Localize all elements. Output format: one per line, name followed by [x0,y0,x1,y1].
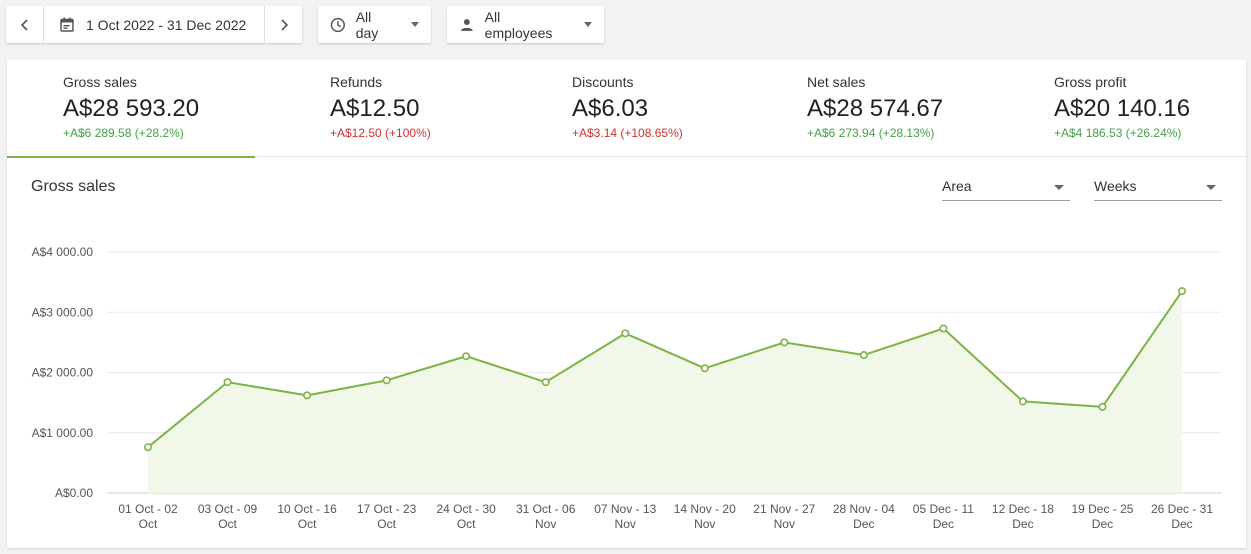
x-tick-label: Dec [1092,517,1113,531]
chevron-right-icon [280,18,288,31]
dropdown-caret-icon [1054,185,1064,190]
x-tick-label: 07 Nov - 13 [594,502,656,516]
data-point [780,338,789,347]
x-tick-label: 12 Dec - 18 [992,502,1054,516]
x-tick-label: 03 Oct - 09 [198,502,258,516]
metric-change: +A$6 273.94 (+28.13%) [807,126,935,140]
chevron-left-icon [20,18,28,31]
y-tick-label: A$3 000.00 [32,305,94,319]
x-tick-label: 31 Oct - 06 [516,502,576,516]
data-point [303,391,312,400]
data-point [700,364,709,373]
x-tick-label: 21 Nov - 27 [753,502,815,516]
metric-label: Gross sales [63,74,137,90]
dropdown-caret-icon [584,22,592,27]
x-tick-label: 01 Oct - 02 [118,502,178,516]
metric-change: +A$3.14 (+108.65%) [572,126,683,140]
x-tick-label: Oct [457,517,476,531]
data-point [859,351,868,360]
x-tick-label: Nov [535,517,556,531]
x-tick-label: Dec [1012,517,1033,531]
x-tick-label: 10 Oct - 16 [277,502,337,516]
x-tick-label: Nov [774,517,795,531]
employee-filter-dropdown[interactable]: All employees [447,6,604,43]
metric-change: +A$4 186.53 (+26.24%) [1054,126,1182,140]
date-range-label: 1 Oct 2022 - 31 Dec 2022 [86,16,247,33]
x-tick-label: Dec [1171,517,1192,531]
y-tick-label: A$4 000.00 [32,245,94,259]
metric-refunds[interactable]: Refunds A$12.50 +A$12.50 (+100%) [255,60,503,157]
metric-value: A$20 140.16 [1054,95,1191,122]
data-point [1018,397,1027,406]
x-tick-label: Oct [139,517,158,531]
y-tick-label: A$1 000.00 [32,426,94,440]
chart-type-value: Area [942,178,972,194]
x-tick-label: 14 Nov - 20 [674,502,736,516]
x-tick-label: Nov [615,517,636,531]
metric-value: A$28 574.67 [807,95,944,122]
metric-net-sales[interactable]: Net sales A$28 574.67 +A$6 273.94 (+28.1… [751,60,999,157]
sales-summary-card: A$0.00 A$1 000.00 A$2 000.00 A$3 000.00 A$4 … [7,60,1246,548]
data-point [144,443,153,452]
period-value: Weeks [1094,178,1137,194]
date-range-button[interactable]: 1 Oct 2022 - 31 Dec 2022 [43,6,265,43]
x-tick-label: Oct [298,517,317,531]
period-select[interactable]: Weeks [1094,172,1222,201]
x-tick-label: 28 Nov - 04 [833,502,895,516]
x-tick-label: Oct [377,517,396,531]
chart-type-select[interactable]: Area [942,172,1070,201]
metric-value: A$28 593.20 [63,95,200,122]
data-point [939,324,948,333]
metric-label: Gross profit [1054,74,1127,90]
x-tick-label: Dec [853,517,874,531]
next-period-button[interactable] [265,6,302,43]
metric-change: +A$12.50 (+100%) [330,126,431,140]
dropdown-caret-icon [411,22,419,27]
metric-label: Discounts [572,74,634,90]
x-tick-label: Nov [694,517,715,531]
x-tick-label: 17 Oct - 23 [357,502,417,516]
metric-value: A$12.50 [330,95,420,122]
person-icon [460,18,473,31]
metric-label: Refunds [330,74,383,90]
metric-gross-profit[interactable]: Gross profit A$20 140.16 +A$4 186.53 (+2… [999,60,1246,157]
metrics-row: Gross sales A$28 593.20 +A$6 289.58 (+28… [7,60,1246,158]
data-point [541,378,550,387]
metric-change: +A$6 289.58 (+28.2%) [63,126,184,140]
y-tick-label: A$0.00 [55,486,93,500]
clock-icon [330,17,345,32]
time-filter-label: All day [355,8,379,41]
x-tick-label: Oct [218,517,237,531]
data-point [1098,402,1107,411]
metric-discounts[interactable]: Discounts A$6.03 +A$3.14 (+108.65%) [503,60,751,157]
data-point [1178,287,1187,296]
calendar-icon [60,17,74,32]
dropdown-caret-icon [1206,185,1216,190]
x-tick-label: 19 Dec - 25 [1071,502,1133,516]
metric-value: A$6.03 [572,95,649,122]
data-point [462,352,471,361]
chart-title: Gross sales [31,178,116,195]
data-point [382,376,391,385]
employee-filter-label: All employees [484,8,553,41]
previous-period-button[interactable] [6,6,43,43]
date-range-picker: 1 Oct 2022 - 31 Dec 2022 [6,6,302,43]
x-tick-label: 26 Dec - 31 [1151,502,1213,516]
data-point [223,378,232,387]
x-tick-label: 24 Oct - 30 [436,502,496,516]
metric-gross-sales[interactable]: Gross sales A$28 593.20 +A$6 289.58 (+28… [7,60,255,158]
data-point [621,329,630,338]
time-filter-dropdown[interactable]: All day [318,6,431,43]
series-area [148,291,1182,493]
x-tick-label: 05 Dec - 11 [913,502,974,516]
x-tick-label: Dec [933,517,954,531]
metric-label: Net sales [807,74,866,90]
y-tick-label: A$2 000.00 [32,366,94,380]
